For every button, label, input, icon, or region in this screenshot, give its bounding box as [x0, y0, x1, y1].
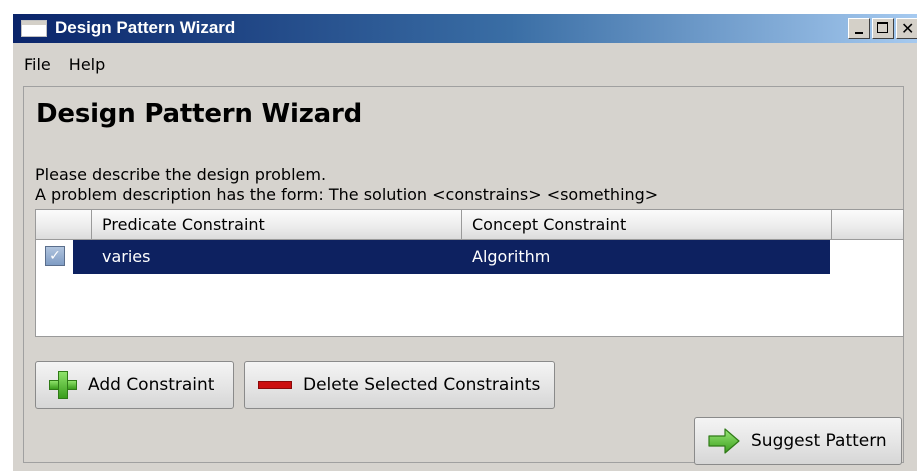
maximize-button[interactable] — [872, 18, 894, 39]
delete-selected-button[interactable]: Delete Selected Constraints — [244, 361, 555, 409]
maximize-icon — [877, 22, 888, 33]
row-selection-highlight — [73, 240, 830, 274]
description-line-1: Please describe the design problem. — [35, 165, 327, 184]
column-header-predicate[interactable]: Predicate Constraint — [92, 210, 462, 240]
arrow-right-icon — [708, 428, 740, 454]
window-controls: ✕ — [846, 18, 917, 40]
table-row[interactable]: ✓ varies Algorithm — [36, 240, 830, 274]
menu-help[interactable]: Help — [57, 52, 111, 78]
constraints-table: Predicate Constraint Concept Constraint … — [35, 209, 904, 337]
minus-icon — [258, 381, 292, 389]
window-title: Design Pattern Wizard — [55, 18, 236, 37]
plus-icon — [49, 371, 77, 399]
column-header-filler — [832, 210, 903, 240]
add-constraint-button[interactable]: Add Constraint — [35, 361, 234, 409]
minimize-icon — [855, 32, 863, 34]
cell-predicate[interactable]: varies — [102, 240, 150, 274]
wizard-panel: Design Pattern Wizard Please describe th… — [23, 86, 904, 465]
delete-selected-label: Delete Selected Constraints — [303, 375, 541, 395]
description-line-2: A problem description has the form: The … — [35, 185, 659, 204]
close-icon: ✕ — [901, 19, 915, 38]
row-checkbox-cell: ✓ — [36, 240, 73, 274]
minimize-button[interactable] — [848, 18, 870, 39]
column-header-concept[interactable]: Concept Constraint — [462, 210, 832, 240]
page-title: Design Pattern Wizard — [36, 99, 363, 129]
menu-file[interactable]: File — [13, 52, 57, 78]
window-icon — [21, 20, 47, 37]
suggest-pattern-label: Suggest Pattern — [751, 431, 887, 451]
row-checkbox[interactable]: ✓ — [45, 246, 65, 266]
menu-bar: File Help — [13, 52, 111, 78]
cell-concept[interactable]: Algorithm — [472, 240, 550, 274]
close-button[interactable]: ✕ — [896, 18, 917, 39]
add-constraint-label: Add Constraint — [88, 375, 215, 395]
column-header-select[interactable] — [36, 210, 92, 240]
app-window: Design Pattern Wizard ✕ File Help Design… — [12, 14, 917, 471]
table-header: Predicate Constraint Concept Constraint — [36, 210, 903, 240]
title-bar[interactable]: Design Pattern Wizard ✕ — [13, 14, 917, 43]
suggest-pattern-button[interactable]: Suggest Pattern — [694, 417, 902, 465]
